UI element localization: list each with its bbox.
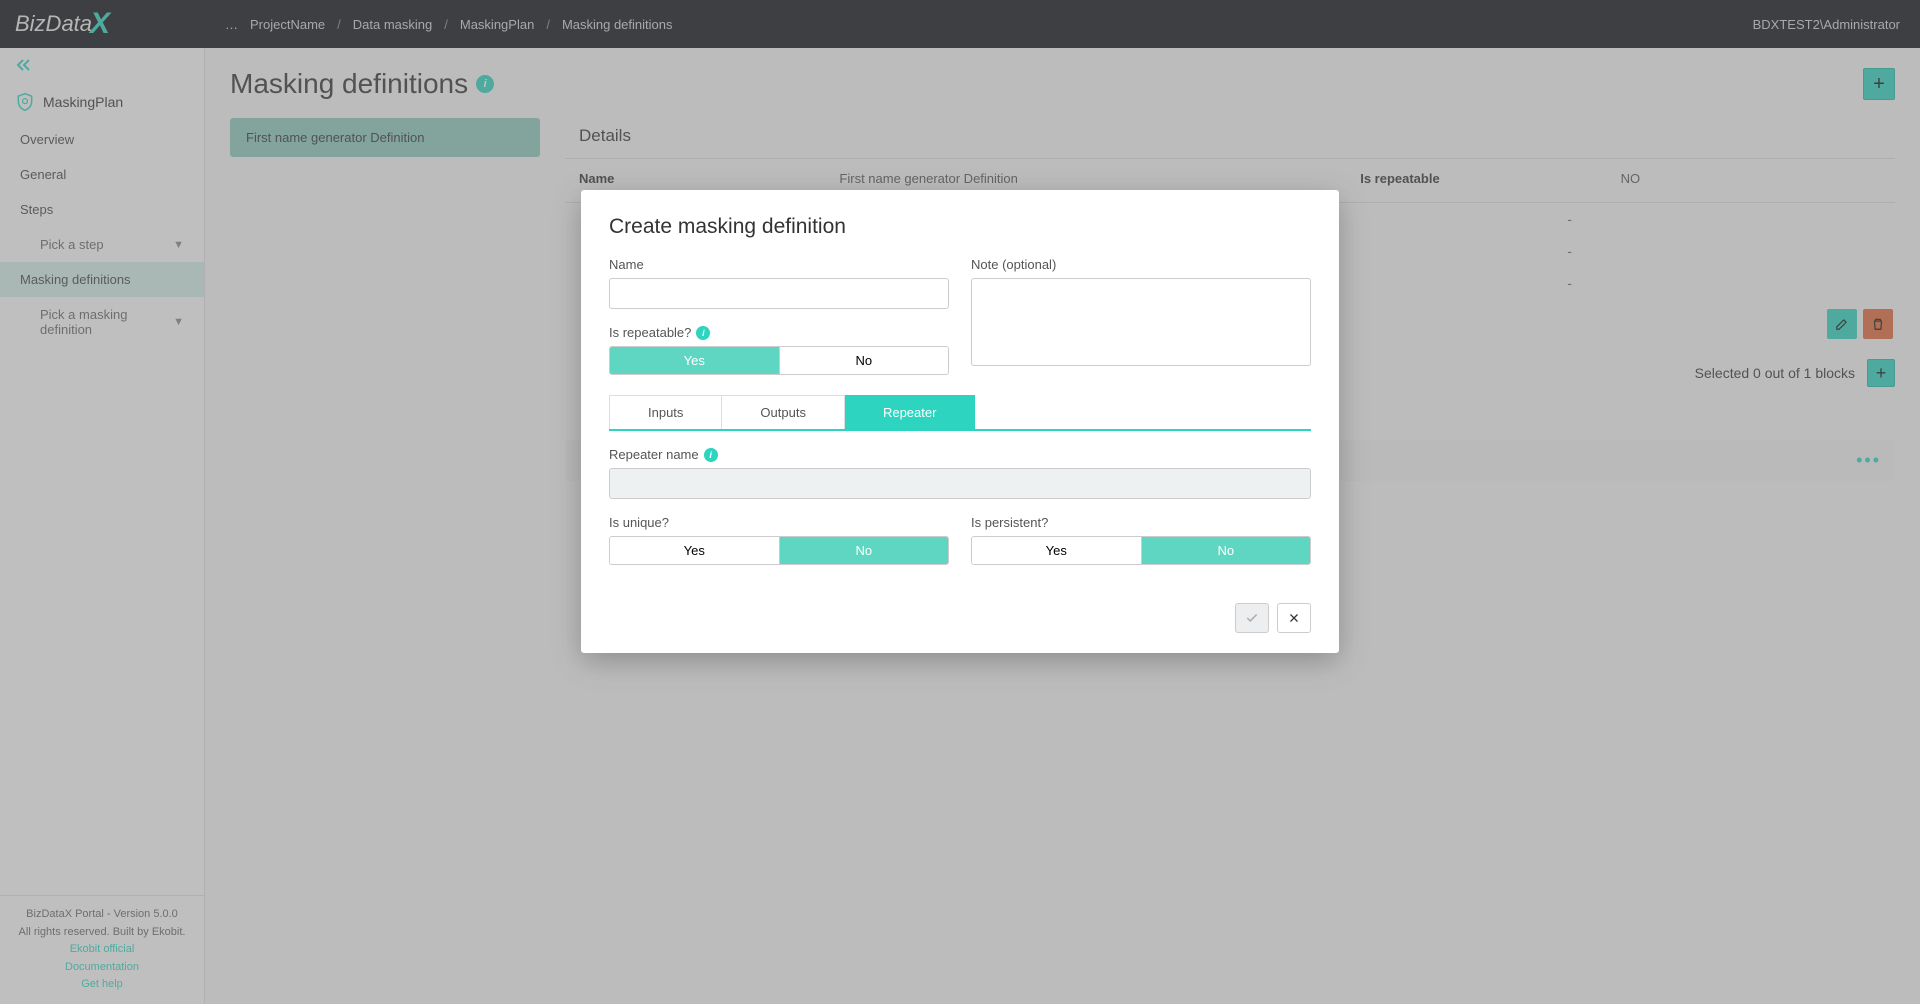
check-icon [1245, 611, 1259, 625]
is-repeatable-toggle: Yes No [609, 346, 949, 375]
name-label: Name [609, 257, 949, 272]
note-label: Note (optional) [971, 257, 1311, 272]
name-input[interactable] [609, 278, 949, 309]
is-persistent-yes[interactable]: Yes [972, 537, 1141, 564]
is-repeatable-label: Is repeatable? i [609, 325, 949, 340]
is-unique-yes[interactable]: Yes [610, 537, 779, 564]
is-unique-label: Is unique? [609, 515, 949, 530]
info-icon[interactable]: i [704, 448, 718, 462]
is-unique-no[interactable]: No [779, 537, 949, 564]
modal-tabs: Inputs Outputs Repeater [609, 395, 1311, 431]
is-persistent-no[interactable]: No [1141, 537, 1311, 564]
close-icon [1288, 612, 1300, 624]
confirm-button[interactable] [1235, 603, 1269, 633]
note-textarea[interactable] [971, 278, 1311, 366]
is-unique-toggle: Yes No [609, 536, 949, 565]
info-icon[interactable]: i [696, 326, 710, 340]
modal-title: Create masking definition [609, 215, 1311, 239]
modal-overlay: Create masking definition Name Is repeat… [0, 0, 1920, 1004]
is-repeatable-yes[interactable]: Yes [610, 347, 779, 374]
is-repeatable-no[interactable]: No [779, 347, 949, 374]
tab-outputs[interactable]: Outputs [722, 395, 845, 429]
is-persistent-toggle: Yes No [971, 536, 1311, 565]
tab-inputs[interactable]: Inputs [609, 395, 722, 429]
is-persistent-label: Is persistent? [971, 515, 1311, 530]
cancel-button[interactable] [1277, 603, 1311, 633]
repeater-name-label: Repeater name i [609, 447, 1311, 462]
tab-repeater[interactable]: Repeater [845, 395, 975, 429]
repeater-name-input[interactable] [609, 468, 1311, 499]
create-definition-modal: Create masking definition Name Is repeat… [581, 190, 1339, 653]
